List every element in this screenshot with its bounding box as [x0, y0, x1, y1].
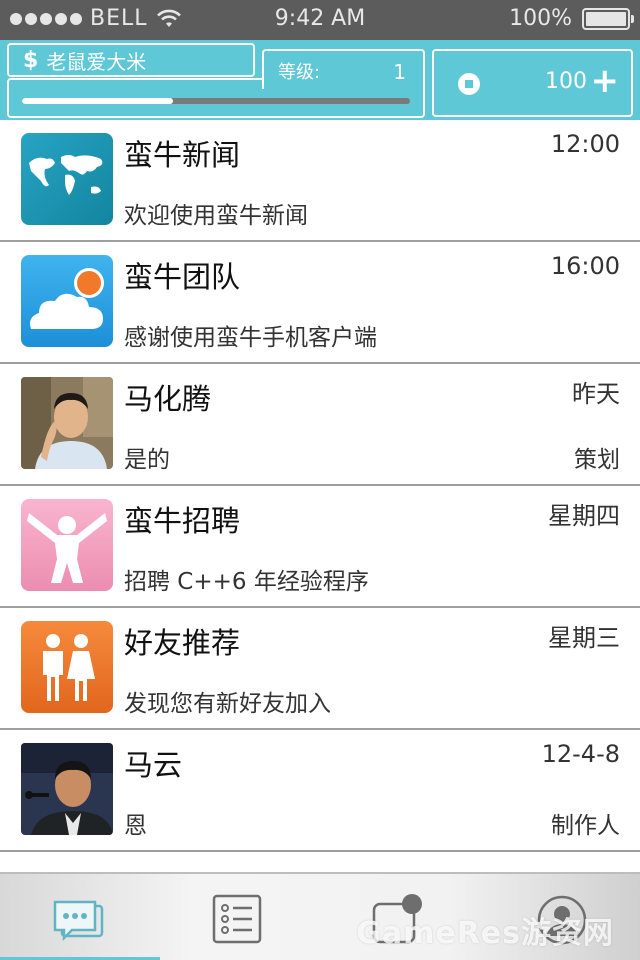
conversation-preview: 恩	[124, 813, 147, 839]
dollar-icon: $	[23, 47, 39, 73]
cloud-sun-icon	[21, 255, 113, 347]
conversation-preview: 招聘 C++6 年经验程序	[124, 569, 369, 595]
conversation-time: 16:00	[550, 252, 620, 280]
contact-photo	[21, 743, 113, 835]
chat-bubble-icon	[53, 900, 104, 942]
conversation-time: 星期三	[548, 624, 620, 652]
experience-progress-fill	[22, 98, 174, 104]
tab-list[interactable]	[160, 874, 320, 960]
status-bar: BELL 9:42 AM 100%	[0, 0, 640, 40]
coin-count: 100	[545, 69, 587, 94]
cheering-person-icon	[21, 499, 113, 591]
world-map-icon	[21, 133, 113, 225]
list-item[interactable]: 好友推荐 星期三 发现您有新好友加入	[0, 608, 640, 730]
add-coins-button[interactable]: +	[591, 61, 620, 101]
bottom-tab-bar: GameRes游资网	[0, 872, 640, 960]
conversation-preview: 发现您有新好友加入	[124, 691, 331, 717]
conversation-time: 12-4-8	[541, 740, 620, 768]
level-label: 等级:	[278, 62, 321, 83]
battery-percentage: 100%	[509, 6, 572, 31]
experience-progress-bar	[22, 98, 410, 104]
conversation-preview: 是的	[124, 447, 170, 473]
tab-messages[interactable]	[0, 874, 160, 960]
watermark: GameRes游资网	[356, 916, 614, 951]
username-box[interactable]: $ 老鼠爱大米	[7, 43, 255, 77]
conversation-preview: 欢迎使用蛮牛新闻	[124, 203, 308, 229]
level-value: 1	[393, 60, 406, 84]
battery-group: 100%	[509, 6, 634, 31]
conversation-name: 蛮牛新闻	[124, 138, 241, 172]
man-woman-icon	[21, 621, 113, 713]
list-item[interactable]: 马云 12-4-8 恩 制作人	[0, 730, 640, 852]
conversation-name: 马云	[124, 748, 183, 782]
coin-box: 100 +	[432, 49, 633, 117]
list-item[interactable]: 蛮牛团队 16:00 感谢使用蛮牛手机客户端	[0, 242, 640, 364]
conversation-tag: 策划	[574, 447, 620, 473]
list-icon	[212, 894, 262, 944]
conversation-name: 蛮牛招聘	[124, 504, 241, 538]
profile-header: $ 老鼠爱大米 等级: 1 100 +	[0, 40, 640, 120]
conversation-name: 马化腾	[124, 382, 212, 416]
list-item[interactable]: 蛮牛招聘 星期四 招聘 C++6 年经验程序	[0, 486, 640, 608]
username: 老鼠爱大米	[46, 49, 147, 74]
conversation-time: 星期四	[548, 502, 620, 530]
list-item[interactable]: 蛮牛新闻 12:00 欢迎使用蛮牛新闻	[0, 120, 640, 242]
conversation-preview: 感谢使用蛮牛手机客户端	[124, 325, 377, 351]
coin-icon	[458, 73, 480, 95]
conversation-tag: 制作人	[551, 813, 620, 839]
conversation-time: 昨天	[572, 380, 620, 408]
conversation-name: 蛮牛团队	[124, 260, 241, 294]
battery-icon	[582, 7, 634, 30]
conversation-time: 12:00	[550, 130, 620, 158]
contact-photo	[21, 377, 113, 469]
list-item[interactable]: 马化腾 昨天 是的 策划	[0, 364, 640, 486]
conversation-name: 好友推荐	[124, 626, 241, 660]
